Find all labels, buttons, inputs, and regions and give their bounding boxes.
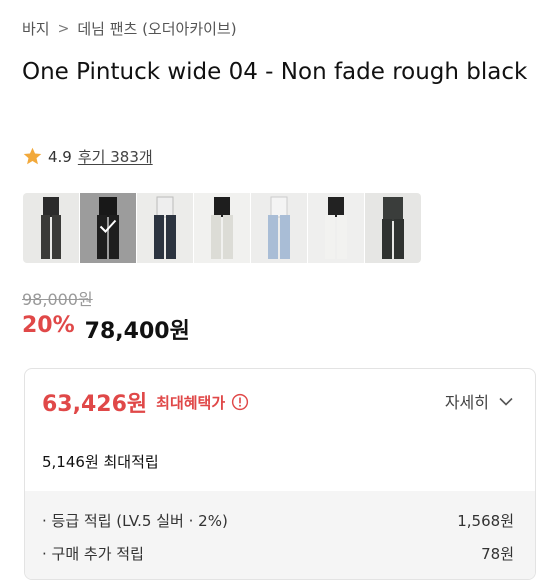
sale-price: 78,400원	[84, 319, 190, 344]
original-price: 98,000원	[22, 290, 93, 309]
points-row-value: 1,568원	[457, 512, 514, 530]
breadcrumb: 바지 > 데님 팬츠 (오더아카이브)	[22, 18, 237, 39]
thumbnail[interactable]	[194, 193, 250, 263]
detail-toggle-button[interactable]: 자세히	[445, 389, 513, 413]
points-breakdown: · 등급 적립 (LV.5 실버 · 2%) 1,568원 · 구매 추가 적립…	[25, 491, 535, 579]
thumbnail-selected[interactable]	[80, 193, 136, 263]
discount-rate: 20%	[22, 313, 75, 338]
detail-label: 자세히	[444, 393, 489, 412]
reviews-link[interactable]: 후기 383개	[78, 146, 153, 167]
breadcrumb-category[interactable]: 바지	[22, 18, 50, 39]
chevron-right-icon: >	[57, 20, 70, 37]
breadcrumb-subcategory[interactable]: 데님 팬츠 (오더아카이브)	[77, 18, 236, 39]
thumbnail[interactable]	[137, 193, 193, 263]
max-benefit-price: 63,426원	[42, 392, 148, 417]
thumbnail[interactable]	[251, 193, 307, 263]
rating-score: 4.9	[48, 147, 72, 166]
chevron-down-icon	[499, 397, 513, 406]
max-benefit-label: 최대혜택가	[156, 393, 226, 412]
rating-summary: 4.9 후기 383개	[22, 146, 153, 167]
benefit-box: 63,426원 최대혜택가 자세히 5,146원 최대적립 · 등급 적립 (L…	[24, 368, 536, 580]
thumbnail[interactable]	[23, 193, 79, 263]
star-icon	[23, 147, 42, 165]
thumbnail-strip	[23, 193, 421, 263]
points-row-label: · 구매 추가 적립	[42, 545, 144, 563]
points-row-label: · 등급 적립 (LV.5 실버 · 2%)	[42, 512, 228, 530]
info-icon[interactable]	[231, 393, 249, 411]
benefit-header: 63,426원 최대혜택가	[42, 386, 249, 418]
sale-price-line: 20% 78,400원	[22, 313, 190, 345]
points-row: · 구매 추가 적립 78원	[42, 543, 514, 564]
max-points-summary: 5,146원 최대적립	[42, 453, 159, 471]
thumbnail[interactable]	[308, 193, 364, 263]
points-row-value: 78원	[481, 545, 514, 563]
check-icon	[99, 219, 117, 233]
points-row: · 등급 적립 (LV.5 실버 · 2%) 1,568원	[42, 510, 514, 531]
thumbnail[interactable]	[365, 193, 421, 263]
product-title: One Pintuck wide 04 - Non fade rough bla…	[22, 59, 528, 85]
